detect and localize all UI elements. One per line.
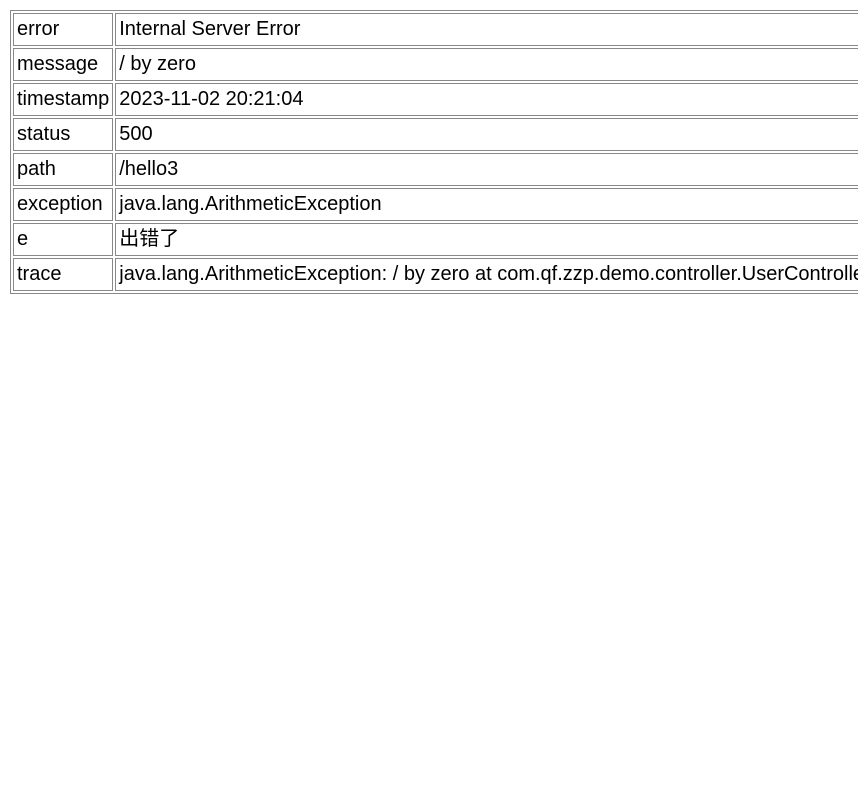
error-table: error Internal Server Error message / by…: [10, 10, 858, 294]
table-row: timestamp 2023-11-02 20:21:04: [13, 83, 858, 116]
field-label-trace: trace: [13, 258, 113, 291]
table-row: error Internal Server Error: [13, 13, 858, 46]
field-label-error: error: [13, 13, 113, 46]
field-label-status: status: [13, 118, 113, 151]
field-value-message: / by zero: [115, 48, 858, 81]
field-label-message: message: [13, 48, 113, 81]
table-row: path /hello3: [13, 153, 858, 186]
field-value-exception: java.lang.ArithmeticException: [115, 188, 858, 221]
field-label-exception: exception: [13, 188, 113, 221]
field-value-path: /hello3: [115, 153, 858, 186]
field-value-error: Internal Server Error: [115, 13, 858, 46]
field-value-status: 500: [115, 118, 858, 151]
field-label-path: path: [13, 153, 113, 186]
table-row: e 出错了: [13, 223, 858, 256]
field-value-timestamp: 2023-11-02 20:21:04: [115, 83, 858, 116]
field-value-trace: java.lang.ArithmeticException: / by zero…: [115, 258, 858, 291]
field-label-timestamp: timestamp: [13, 83, 113, 116]
table-row: trace java.lang.ArithmeticException: / b…: [13, 258, 858, 291]
field-label-e: e: [13, 223, 113, 256]
table-row: message / by zero: [13, 48, 858, 81]
table-row: status 500: [13, 118, 858, 151]
table-row: exception java.lang.ArithmeticException: [13, 188, 858, 221]
field-value-e: 出错了: [115, 223, 858, 256]
